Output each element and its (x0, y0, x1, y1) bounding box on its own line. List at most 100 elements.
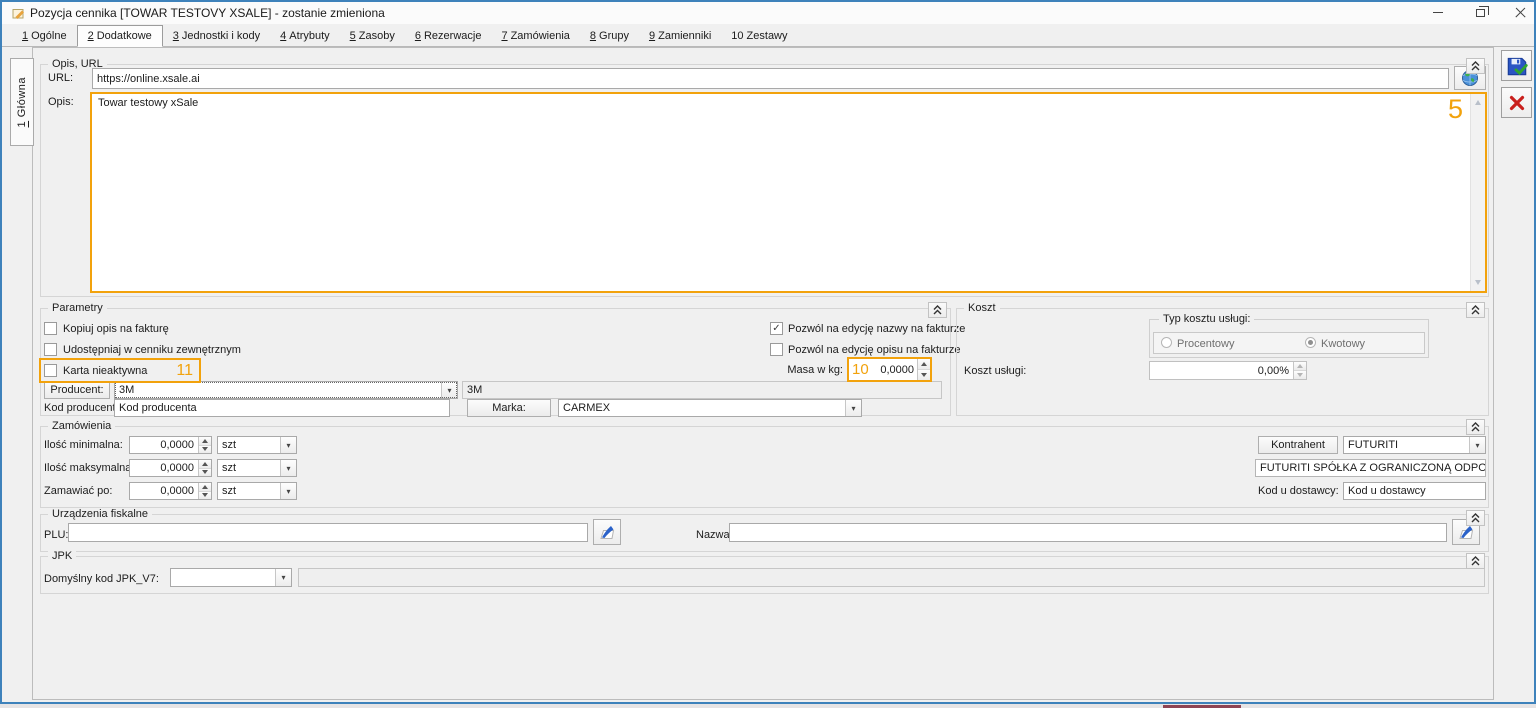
zamawiac-po-unit-combo[interactable]: szt ▾ (217, 482, 297, 500)
plu-edit-button[interactable] (593, 519, 621, 545)
masa-label: Masa w kg: (743, 364, 843, 376)
minimize-icon (1433, 12, 1443, 13)
checkbox-karta-nieaktywna[interactable] (44, 364, 57, 377)
cancel-x-icon (1507, 93, 1527, 113)
kontrahent-name-readonly: FUTURITI SPÓŁKA Z OGRANICZONĄ ODPOWIEDZI… (1255, 459, 1486, 477)
ilosc-maksymalna-spinner[interactable]: 0,0000 (129, 459, 212, 477)
collapse-parametry-button[interactable] (928, 302, 947, 318)
kod-producenta-input[interactable]: Kod producenta (114, 399, 450, 417)
collapse-chevron-icon (933, 305, 942, 315)
radio-procentowy[interactable] (1161, 337, 1172, 348)
collapse-jpk-button[interactable] (1466, 553, 1485, 569)
checkbox-pozwol-nazwy[interactable]: ✓ (770, 322, 783, 335)
kod-producenta-label: Kod producenta (44, 402, 122, 414)
collapse-opis-url-button[interactable] (1466, 58, 1485, 74)
jpk-readonly-field (298, 568, 1485, 587)
save-icon (1505, 54, 1529, 78)
masa-value: 0,0000 (869, 359, 917, 380)
jpk-combo[interactable]: ▾ (170, 568, 292, 587)
zamawiac-po-spinner[interactable]: 0,0000 (129, 482, 212, 500)
kontrahent-combo[interactable]: FUTURITI ▾ (1343, 436, 1486, 454)
radio-kwotowy-label: Kwotowy (1321, 338, 1365, 350)
plu-input[interactable] (68, 523, 588, 542)
opis-text: Towar testowy xSale (98, 97, 198, 109)
zamawiac-po-label: Zamawiać po: (44, 485, 112, 497)
kod-dostawcy-input[interactable]: Kod u dostawcy (1343, 482, 1486, 500)
tab-zamowienia[interactable]: 7Zamówienia (491, 26, 579, 46)
koszt-uslugi-label: Koszt usługi: (964, 365, 1026, 377)
restore-button[interactable] (1464, 2, 1496, 23)
tab-dodatkowe[interactable]: 2Dodatkowe (77, 25, 163, 47)
side-tab-glowna[interactable]: 1 Główna (10, 58, 34, 146)
save-button[interactable] (1501, 50, 1532, 81)
window-icon (12, 7, 25, 23)
tab-jednostki-i-kody[interactable]: 3Jednostki i kody (163, 26, 270, 46)
nazwa-input[interactable] (729, 523, 1447, 542)
radio-kwotowy[interactable] (1305, 337, 1316, 348)
checkbox-kopiuj-opis-label: Kopiuj opis na fakturę (63, 323, 169, 335)
kontrahent-button[interactable]: Kontrahent (1258, 436, 1338, 454)
checkbox-udostepniaj-label: Udostępniaj w cenniku zewnętrznym (63, 344, 241, 356)
collapse-chevron-icon (1471, 61, 1480, 71)
collapse-zamowienia-button[interactable] (1466, 419, 1485, 435)
pencil-icon (597, 522, 617, 542)
dropdown-arrow-icon[interactable]: ▾ (280, 483, 296, 499)
minimize-button[interactable] (1422, 2, 1454, 23)
spin-buttons[interactable] (198, 483, 211, 499)
tab-bar: 1Ogólne 2Dodatkowe 3Jednostki i kody 4At… (2, 24, 1534, 47)
masa-spinner[interactable]: 10 0,0000 (847, 357, 932, 382)
collapse-urzadzenia-button[interactable] (1466, 510, 1485, 526)
tab-zamienniki[interactable]: 9Zamienniki (639, 26, 721, 46)
checkbox-kopiuj-opis[interactable] (44, 322, 57, 335)
koszt-uslugi-spinner[interactable]: 0,00% (1149, 361, 1307, 380)
tab-atrybuty[interactable]: 4Atrybuty (270, 26, 339, 46)
tab-zestawy[interactable]: 10Zestawy (721, 26, 797, 46)
dropdown-arrow-icon[interactable]: ▾ (280, 460, 296, 476)
annotation-badge-10: 10 (849, 359, 869, 380)
title-bar: Pozycja cennika [TOWAR TESTOVY XSALE] - … (2, 2, 1534, 24)
tab-grupy[interactable]: 8Grupy (580, 26, 639, 46)
dropdown-arrow-icon[interactable]: ▾ (275, 569, 291, 586)
section-parametry-title: Parametry (48, 302, 107, 314)
koszt-spin-buttons[interactable] (1293, 362, 1306, 379)
restore-icon (1476, 9, 1485, 17)
ilosc-minimalna-unit-combo[interactable]: szt ▾ (217, 436, 297, 454)
dropdown-arrow-icon[interactable]: ▾ (1469, 437, 1485, 453)
check-icon: ✓ (772, 323, 780, 334)
collapse-chevron-icon (1471, 422, 1480, 432)
marka-combo[interactable]: CARMEX ▾ (558, 399, 862, 417)
ilosc-maksymalna-unit-combo[interactable]: szt ▾ (217, 459, 297, 477)
tab-rezerwacje[interactable]: 6Rezerwacje (405, 26, 492, 46)
tab-ogolne[interactable]: 1Ogólne (12, 26, 77, 46)
ilosc-minimalna-spinner[interactable]: 0,0000 (129, 436, 212, 454)
producent-button[interactable]: Producent: (44, 381, 110, 399)
spin-buttons[interactable] (198, 460, 211, 476)
url-input[interactable]: https://online.xsale.ai (92, 68, 1449, 89)
dropdown-arrow-icon[interactable]: ▾ (280, 437, 296, 453)
producent-combo[interactable]: 3M ▾ (114, 381, 458, 399)
opis-scrollbar[interactable] (1470, 94, 1485, 291)
section-jpk-title: JPK (48, 550, 76, 562)
dropdown-arrow-icon[interactable]: ▾ (845, 400, 861, 416)
opis-textarea[interactable]: Towar testowy xSale 5 (90, 92, 1487, 293)
checkbox-pozwol-opisu[interactable] (770, 343, 783, 356)
window-title: Pozycja cennika [TOWAR TESTOVY XSALE] - … (30, 2, 385, 24)
kod-dostawcy-label: Kod u dostawcy: (1258, 485, 1339, 497)
dropdown-arrow-icon[interactable]: ▾ (441, 382, 457, 398)
collapse-chevron-icon (1471, 513, 1480, 523)
spin-buttons[interactable] (198, 437, 211, 453)
ilosc-maksymalna-label: Ilość maksymalna: (44, 462, 134, 474)
cancel-button[interactable] (1501, 87, 1532, 118)
nazwa-label: Nazwa: (696, 529, 733, 541)
checkbox-udostepniaj[interactable] (44, 343, 57, 356)
close-button[interactable] (1504, 2, 1536, 23)
tab-zasoby[interactable]: 5Zasoby (340, 26, 405, 46)
marka-button[interactable]: Marka: (467, 399, 551, 417)
annotation-badge-5: 5 (1448, 94, 1463, 125)
scroll-up-icon (1475, 100, 1481, 105)
collapse-koszt-button[interactable] (1466, 302, 1485, 318)
ilosc-minimalna-label: Ilość minimalna: (44, 439, 123, 451)
masa-spin-buttons[interactable] (917, 359, 930, 380)
checkbox-pozwol-opisu-label: Pozwól na edycję opisu na fakturze (788, 344, 960, 356)
checkbox-karta-nieaktywna-label: Karta nieaktywna (63, 365, 147, 377)
